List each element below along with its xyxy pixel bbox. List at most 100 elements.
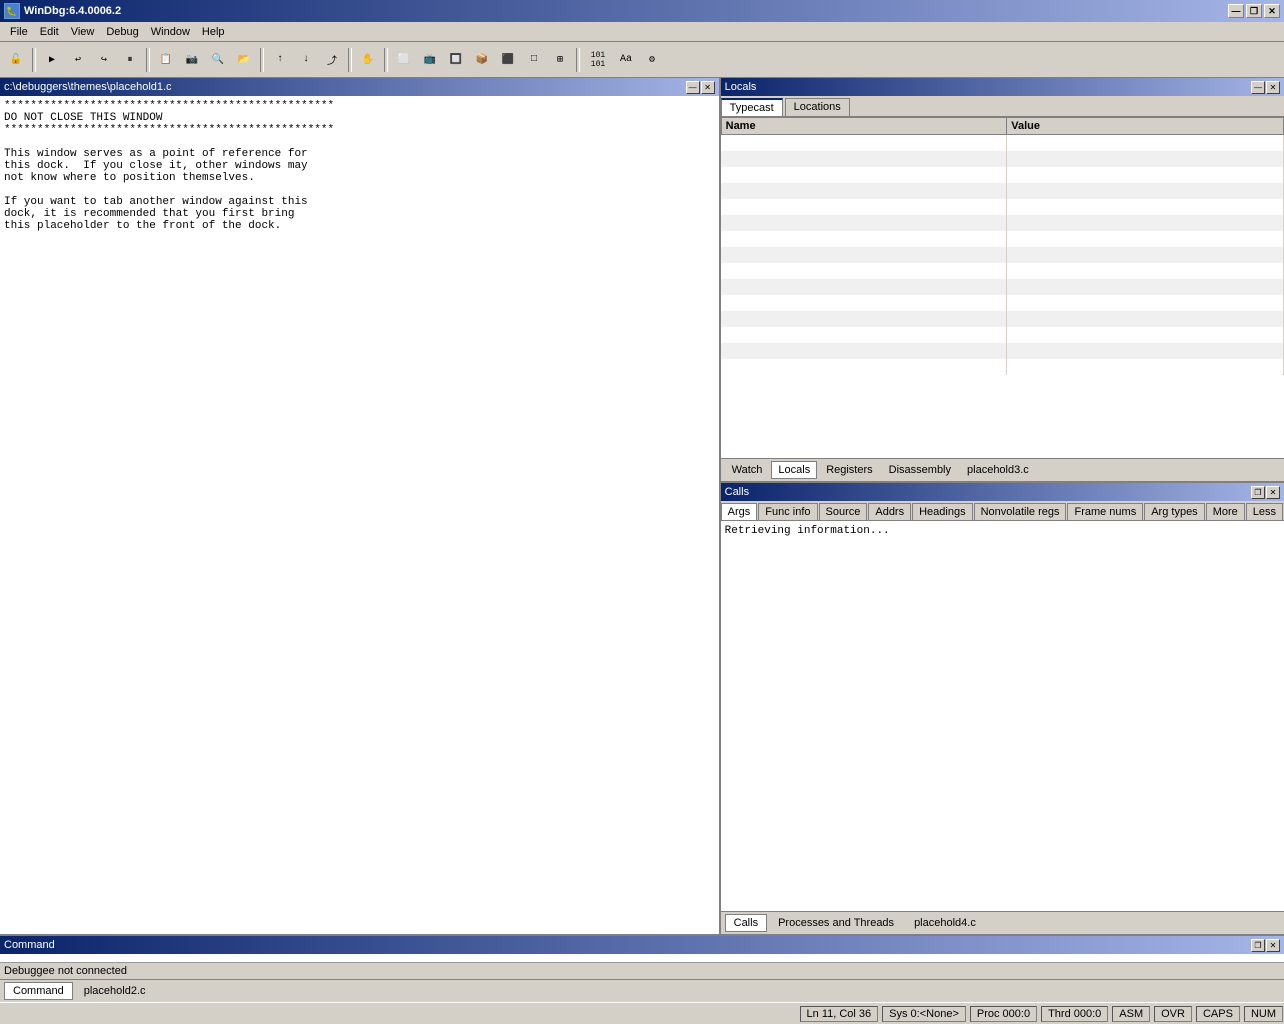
panels-area: c:\debuggers\themes\placehold1.c — ✕ ***… (0, 78, 1284, 934)
toolbar-btn-2[interactable]: ▶ (40, 48, 64, 72)
status-proc: Proc 000:0 (970, 1006, 1037, 1022)
toolbar-btn-1[interactable]: 🔓 (4, 48, 28, 72)
command-title: Command (4, 939, 55, 951)
minimize-button[interactable]: — (1228, 4, 1244, 18)
calls-tab-headings[interactable]: Headings (912, 503, 972, 520)
calls-tab-nonvolatile[interactable]: Nonvolatile regs (974, 503, 1067, 520)
table-row (721, 167, 1283, 183)
toolbar-btn-17[interactable]: ⬛ (496, 48, 520, 72)
command-close-btn[interactable]: ✕ (1266, 939, 1280, 952)
toolbar-btn-18[interactable]: □ (522, 48, 546, 72)
title-buttons: — ❐ ✕ (1228, 4, 1280, 18)
calls-tab-addrs[interactable]: Addrs (868, 503, 911, 520)
calls-tab-funcinfo[interactable]: Func info (758, 503, 817, 520)
toolbar-btn-3[interactable]: ↩ (66, 48, 90, 72)
toolbar-btn-9[interactable]: 📂 (232, 48, 256, 72)
toolbar-sep-6 (576, 48, 580, 72)
toolbar-btn-19[interactable]: ⊞ (548, 48, 572, 72)
toolbar-btn-asm[interactable]: 101101 (584, 48, 612, 72)
status-thrd: Thrd 000:0 (1041, 1006, 1108, 1022)
source-minimize-btn[interactable]: — (686, 81, 700, 94)
command-titlebar-buttons: ❐ ✕ (1251, 939, 1280, 952)
left-col: c:\debuggers\themes\placehold1.c — ✕ ***… (0, 78, 721, 934)
menu-file[interactable]: File (4, 24, 34, 40)
menu-debug[interactable]: Debug (100, 24, 144, 40)
toolbar-btn-font[interactable]: Aa (614, 48, 638, 72)
toolbar-btn-15[interactable]: 🔲 (444, 48, 468, 72)
command-status-text: Debuggee not connected (4, 965, 127, 977)
toolbar-btn-hand[interactable]: ✋ (356, 48, 380, 72)
calls-status-text: Retrieving information... (725, 525, 890, 537)
table-row (721, 135, 1283, 151)
toolbar-btn-12[interactable]: ⤴ (320, 48, 344, 72)
tab-placehold3[interactable]: placehold3.c (960, 461, 1036, 479)
locals-table[interactable]: Name Value (721, 117, 1284, 458)
right-col: Locals — ✕ Typecast Locations Name (721, 78, 1284, 934)
toolbar-btn-13[interactable]: ⬜ (392, 48, 416, 72)
table-row (721, 231, 1283, 247)
toolbar-btn-16[interactable]: 📦 (470, 48, 494, 72)
tab-typecast[interactable]: Typecast (721, 98, 783, 116)
calls-tab-framenums[interactable]: Frame nums (1067, 503, 1143, 520)
close-button[interactable]: ✕ (1264, 4, 1280, 18)
source-close-btn[interactable]: ✕ (701, 81, 715, 94)
calls-close-btn[interactable]: ✕ (1266, 486, 1280, 499)
table-row (721, 215, 1283, 231)
toolbar-btn-settings[interactable]: ⚙ (640, 48, 664, 72)
locals-bottom-tabs: Watch Locals Registers Disassembly place… (721, 458, 1284, 481)
table-row (721, 327, 1283, 343)
locals-minimize-btn[interactable]: — (1251, 81, 1265, 94)
menu-help[interactable]: Help (196, 24, 231, 40)
table-row (721, 263, 1283, 279)
source-window-titlebar: c:\debuggers\themes\placehold1.c — ✕ (0, 78, 719, 96)
toolbar: 🔓 ▶ ↩ ↪ ⏸ 📋 📷 🔍 📂 ↑ ↓ ⤴ ✋ ⬜ 📺 🔲 📦 ⬛ □ ⊞ … (0, 42, 1284, 78)
toolbar-btn-10[interactable]: ↑ (268, 48, 292, 72)
tab-disassembly[interactable]: Disassembly (882, 461, 958, 479)
command-tab-command[interactable]: Command (4, 982, 73, 1000)
tab-registers[interactable]: Registers (819, 461, 879, 479)
calls-tab-more[interactable]: More (1206, 503, 1245, 520)
table-row (721, 295, 1283, 311)
menu-edit[interactable]: Edit (34, 24, 65, 40)
toolbar-sep-5 (384, 48, 388, 72)
command-titlebar: Command ❐ ✕ (0, 936, 1284, 954)
menu-view[interactable]: View (65, 24, 101, 40)
calls-restore-btn[interactable]: ❐ (1251, 486, 1265, 499)
calls-bottom-tab-calls[interactable]: Calls (725, 914, 767, 932)
toolbar-sep-4 (348, 48, 352, 72)
calls-tab-source[interactable]: Source (819, 503, 868, 520)
calls-bottom-tab-placehold4[interactable]: placehold4.c (905, 914, 985, 932)
toolbar-btn-6[interactable]: 📋 (154, 48, 178, 72)
command-restore-btn[interactable]: ❐ (1251, 939, 1265, 952)
app-container: 🐛 WinDbg:6.4.0006.2 — ❐ ✕ File Edit View… (0, 0, 1284, 1024)
command-tab-placehold2[interactable]: placehold2.c (75, 982, 155, 1000)
calls-tab-less[interactable]: Less (1246, 503, 1283, 520)
toolbar-btn-11[interactable]: ↓ (294, 48, 318, 72)
calls-tab-args[interactable]: Args (721, 503, 758, 520)
title-bar: 🐛 WinDbg:6.4.0006.2 — ❐ ✕ (0, 0, 1284, 22)
tab-locals[interactable]: Locals (771, 461, 817, 479)
menu-window[interactable]: Window (145, 24, 196, 40)
toolbar-sep-2 (146, 48, 150, 72)
tab-watch[interactable]: Watch (725, 461, 770, 479)
toolbar-sep-1 (32, 48, 36, 72)
calls-bottom-tab-procs[interactable]: Processes and Threads (769, 914, 903, 932)
status-bar-left (0, 1012, 799, 1016)
table-row (721, 199, 1283, 215)
calls-tab-argtypes[interactable]: Arg types (1144, 503, 1204, 520)
toolbar-btn-7[interactable]: 📷 (180, 48, 204, 72)
status-ovr: OVR (1154, 1006, 1192, 1022)
tab-locations[interactable]: Locations (785, 98, 850, 116)
table-row (721, 247, 1283, 263)
toolbar-btn-8[interactable]: 🔍 (206, 48, 230, 72)
table-row (721, 311, 1283, 327)
toolbar-btn-4[interactable]: ↪ (92, 48, 116, 72)
restore-button[interactable]: ❐ (1246, 4, 1262, 18)
toolbar-btn-14[interactable]: 📺 (418, 48, 442, 72)
source-content[interactable]: ****************************************… (0, 96, 719, 934)
source-window-buttons: — ✕ (686, 81, 715, 94)
status-asm: ASM (1112, 1006, 1150, 1022)
toolbar-btn-5[interactable]: ⏸ (118, 48, 142, 72)
locals-close-btn[interactable]: ✕ (1266, 81, 1280, 94)
command-content[interactable] (0, 954, 1284, 962)
